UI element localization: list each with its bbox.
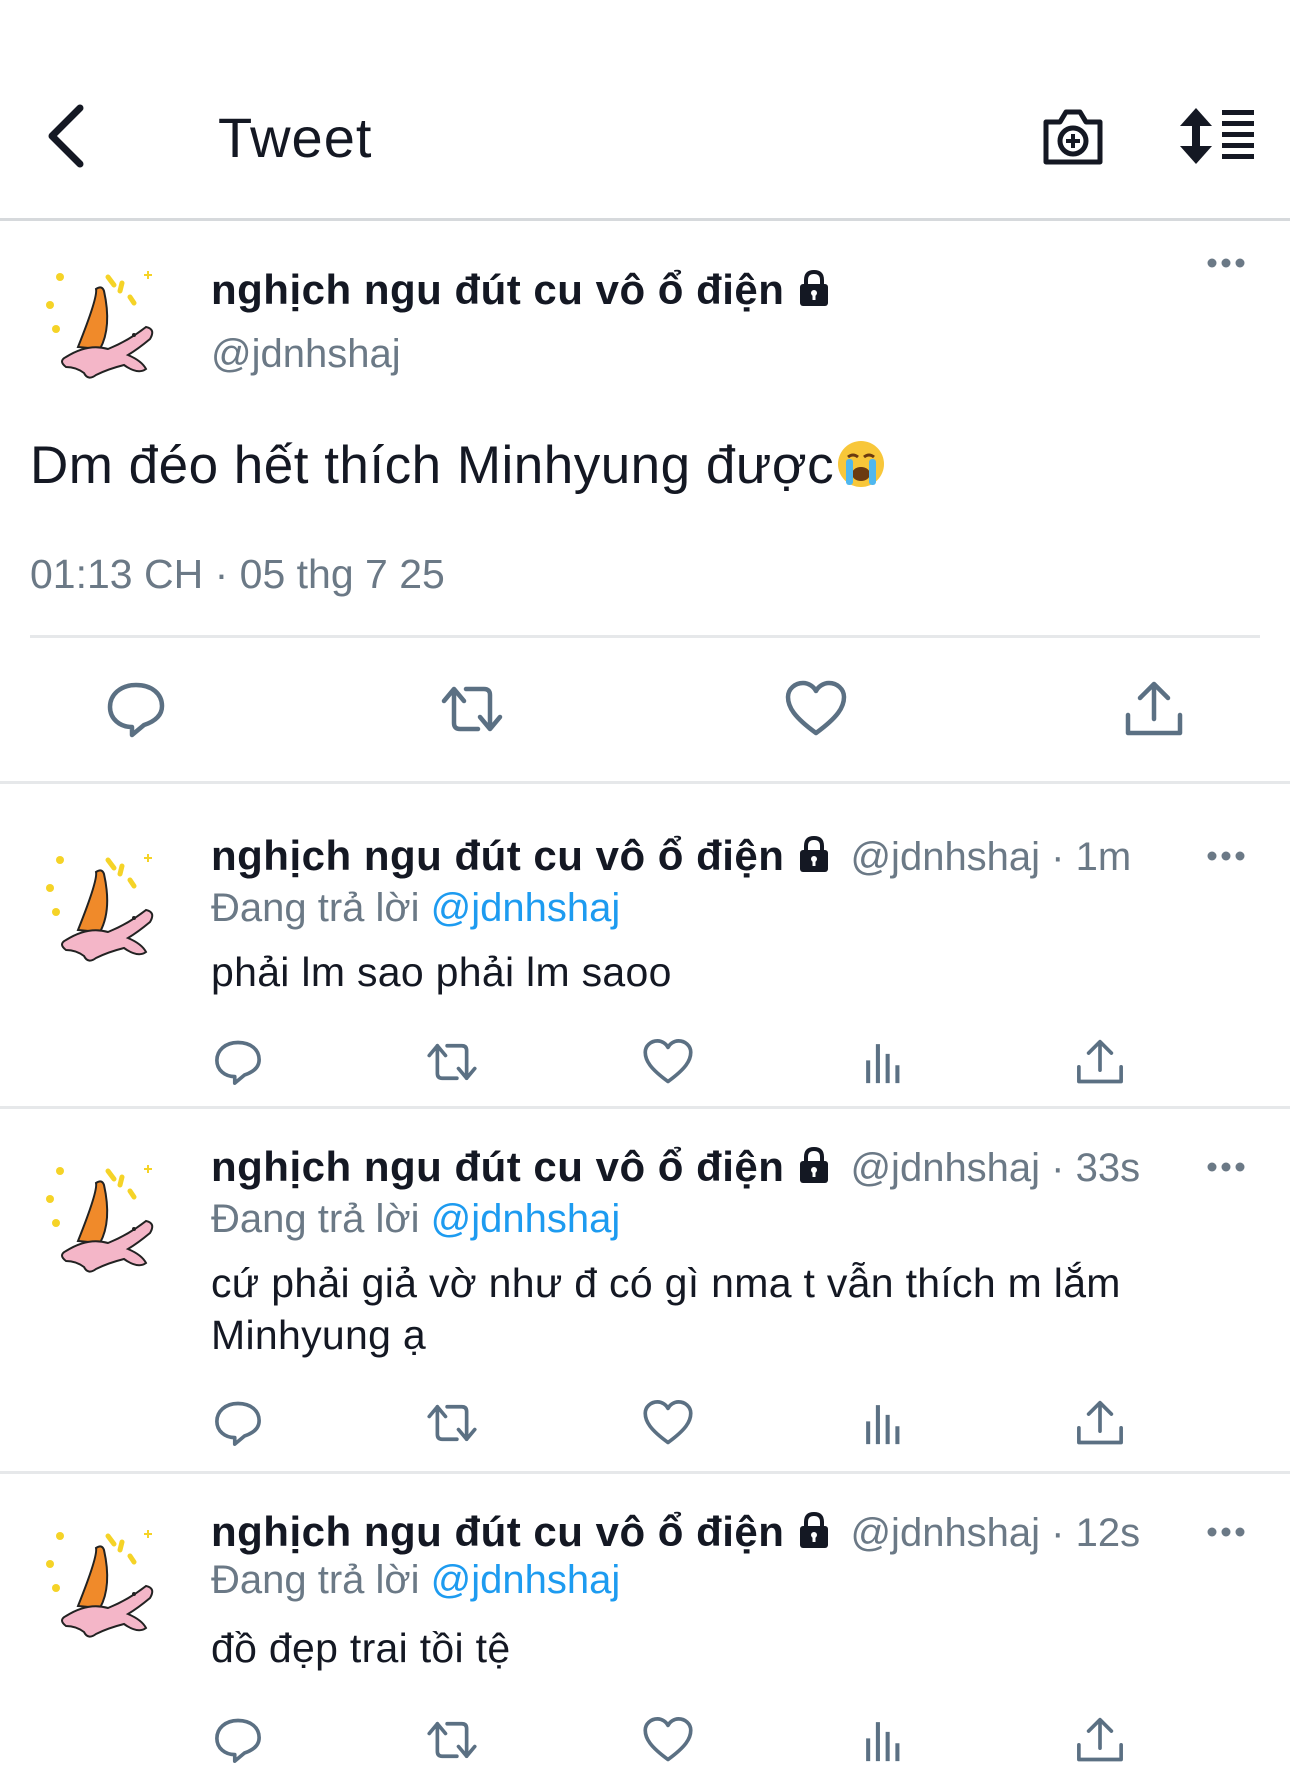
reply-icon[interactable] <box>212 1714 264 1766</box>
sort-button[interactable] <box>1178 106 1258 166</box>
action-bar <box>0 679 1290 749</box>
rabbit-avatar-image <box>46 854 154 962</box>
handle-and-time: @jdnhshaj · 33s <box>850 1146 1141 1190</box>
more-options-icon[interactable] <box>1206 1526 1246 1538</box>
reply-tweet[interactable]: nghịch ngu đút cu vô ổ điện @jdnhshaj · 1… <box>0 1474 1290 1774</box>
avatar[interactable] <box>38 840 168 970</box>
reply-tweet[interactable]: nghịch ngu đút cu vô ổ điện @jdnhshaj · 1… <box>0 784 1290 1109</box>
mention-link[interactable]: @jdnhshaj <box>431 886 621 930</box>
avatar[interactable] <box>38 257 168 387</box>
display-name[interactable]: nghịch ngu đút cu vô ổ điện <box>211 1508 784 1555</box>
like-heart-icon[interactable] <box>784 679 848 739</box>
like-heart-icon[interactable] <box>642 1397 694 1449</box>
retweet-icon[interactable] <box>426 1397 478 1449</box>
avatar[interactable] <box>38 1516 168 1646</box>
timestamp[interactable]: 01:13 CH · 05 thg 7 25 <box>30 551 445 598</box>
retweet-icon[interactable] <box>426 1714 478 1766</box>
reply-icon[interactable] <box>104 679 168 739</box>
action-bar <box>0 1397 1290 1457</box>
mention-link[interactable]: @jdnhshaj <box>431 1197 621 1241</box>
display-name-text: nghịch ngu đút cu vô ổ điện <box>211 266 785 313</box>
lock-icon <box>800 269 829 306</box>
reply-text: cứ phải giả vờ như đ có gì nma t vẫn thí… <box>211 1260 1121 1358</box>
more-options-icon[interactable] <box>1206 850 1246 862</box>
share-icon[interactable] <box>1122 679 1186 739</box>
tweet-text: Dm đéo hết thích Minhyung được <box>30 435 886 496</box>
camera-add-icon <box>1043 109 1103 165</box>
back-button[interactable] <box>40 100 96 172</box>
main-tweet: nghịch ngu đút cu vô ổ điện @jdnhshaj Dm… <box>0 221 1290 784</box>
chevron-left-icon <box>48 104 84 168</box>
analytics-icon[interactable] <box>858 1036 910 1088</box>
replying-to: Đang trả lời @jdnhshaj <box>211 1558 620 1603</box>
sort-list-icon <box>1180 108 1254 164</box>
reply-text: phải lm sao phải lm saoo <box>211 949 672 995</box>
lock-icon <box>800 1511 829 1548</box>
action-bar <box>0 1036 1290 1096</box>
tweet-text-content: Dm đéo hết thích Minhyung được <box>30 436 835 495</box>
like-heart-icon[interactable] <box>642 1036 694 1088</box>
lock-icon <box>800 835 829 872</box>
analytics-icon[interactable] <box>858 1397 910 1449</box>
more-options-icon[interactable] <box>1206 257 1246 269</box>
display-name[interactable]: nghịch ngu đút cu vô ổ điện <box>211 266 834 314</box>
loudly-crying-face-icon <box>838 441 885 487</box>
display-name[interactable]: nghịch ngu đút cu vô ổ điện <box>211 1143 784 1190</box>
replying-to: Đang trả lời @jdnhshaj <box>211 886 620 931</box>
page-title: Tweet <box>218 106 373 169</box>
reply-icon[interactable] <box>212 1397 264 1449</box>
action-bar <box>0 1714 1290 1774</box>
rabbit-avatar-image <box>46 271 154 379</box>
lock-icon <box>800 1146 829 1183</box>
replying-label: Đang trả lời <box>211 1558 420 1602</box>
reply-header: nghịch ngu đút cu vô ổ điện @jdnhshaj · 1… <box>211 832 1131 880</box>
camera-button[interactable] <box>1040 106 1106 168</box>
analytics-icon[interactable] <box>858 1714 910 1766</box>
replying-to: Đang trả lời @jdnhshaj <box>211 1197 620 1242</box>
divider <box>30 635 1260 638</box>
mention-link[interactable]: @jdnhshaj <box>431 1558 621 1602</box>
display-name[interactable]: nghịch ngu đút cu vô ổ điện <box>211 832 784 879</box>
handle-and-time: @jdnhshaj · 1m <box>850 835 1132 879</box>
reply-header: nghịch ngu đút cu vô ổ điện @jdnhshaj · 3… <box>211 1143 1140 1191</box>
reply-tweet[interactable]: nghịch ngu đút cu vô ổ điện @jdnhshaj · 3… <box>0 1109 1290 1474</box>
more-options-icon[interactable] <box>1206 1161 1246 1173</box>
avatar[interactable] <box>38 1151 168 1281</box>
reply-header: nghịch ngu đút cu vô ổ điện @jdnhshaj · 1… <box>211 1508 1140 1556</box>
like-heart-icon[interactable] <box>642 1714 694 1766</box>
rabbit-avatar-image <box>46 1165 154 1273</box>
reply-text: đồ đẹp trai tồi tệ <box>211 1625 511 1671</box>
rabbit-avatar-image <box>46 1530 154 1638</box>
top-bar: Tweet <box>0 0 1290 221</box>
share-icon[interactable] <box>1074 1397 1126 1449</box>
replying-label: Đang trả lời <box>211 886 420 930</box>
reply-icon[interactable] <box>212 1036 264 1088</box>
handle[interactable]: @jdnhshaj <box>211 332 401 377</box>
share-icon[interactable] <box>1074 1036 1126 1088</box>
handle-and-time: @jdnhshaj · 12s <box>850 1511 1141 1555</box>
retweet-icon[interactable] <box>440 679 504 739</box>
share-icon[interactable] <box>1074 1714 1126 1766</box>
retweet-icon[interactable] <box>426 1036 478 1088</box>
replying-label: Đang trả lời <box>211 1197 420 1241</box>
